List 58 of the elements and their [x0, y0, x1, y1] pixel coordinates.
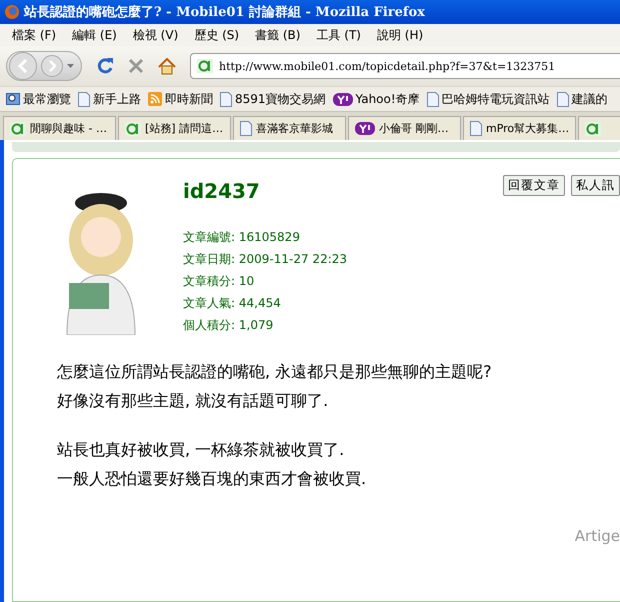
- post-text: 站長也真好被收買, 一杯綠茶就被收買了.: [57, 439, 346, 461]
- post-text: 一般人恐怕還要好幾百塊的東西才會被收買.: [57, 468, 368, 490]
- bookmark-item[interactable]: 新手上路: [78, 90, 141, 108]
- reload-icon[interactable]: [96, 57, 114, 75]
- post-info-text: 文章日期: 2009-11-27 22:23: [183, 251, 348, 268]
- stop-icon[interactable]: [128, 58, 144, 74]
- bookmark-item[interactable]: 建議的: [556, 90, 608, 108]
- menu-item[interactable]: 歷史 (S): [186, 26, 248, 44]
- bookmark-item[interactable]: 即時新聞: [148, 90, 213, 108]
- browser-tab[interactable]: mPro幫大募集…: [463, 116, 576, 140]
- post-info-text: 文章編號: 16105829: [183, 229, 301, 246]
- page-icon: [470, 121, 482, 136]
- page-icon: [78, 92, 90, 106]
- menu-item[interactable]: 檢視 (V): [124, 26, 186, 44]
- menu-item[interactable]: 說明 (H): [368, 26, 432, 44]
- bookmark-item[interactable]: 8591寶物交易網: [220, 90, 326, 108]
- menu-item[interactable]: 檔案 (F): [4, 26, 64, 44]
- back-forward-control[interactable]: [6, 51, 82, 81]
- page-icon: [220, 92, 232, 106]
- browser-tab[interactable]: 喜滿客京華影城: [233, 116, 346, 140]
- site-logo-icon: [585, 122, 601, 136]
- action-button[interactable]: 私人訊: [571, 175, 620, 196]
- site-logo-icon: [125, 122, 141, 136]
- post-info-text: 文章積分: 10: [183, 273, 256, 290]
- username: id2437: [183, 179, 260, 203]
- page-icon: [426, 92, 439, 106]
- page-icon: [240, 121, 252, 136]
- menu-item[interactable]: 編輯 (E): [64, 26, 125, 44]
- left-chevron-icon: [18, 59, 28, 73]
- right-chevron-icon: [48, 60, 56, 72]
- browser-tab[interactable]: [站務] 請問這…: [118, 116, 231, 140]
- yahoo-logo-icon: [355, 122, 375, 135]
- post-text: 好像沒有那些主題, 就沒有話題可聊了.: [57, 390, 330, 412]
- bookmark-item[interactable]: Yahoo!奇摩: [332, 90, 420, 108]
- back-button[interactable]: [9, 52, 37, 80]
- post-info-text: 個人積分: 1,079: [183, 317, 274, 334]
- browser-logo-icon: [4, 4, 20, 20]
- yahoo-logo-icon: [332, 92, 353, 106]
- window-title: 站長認證的嘴砲怎麼了? - Mobile01 討論群組 - Mozilla Firefox: [24, 4, 425, 21]
- menu-item[interactable]: 書籤 (B): [247, 26, 308, 44]
- bookmark-item[interactable]: 最常瀏覽: [6, 90, 71, 108]
- footer-text: Artige: [574, 527, 620, 545]
- address-field[interactable]: http://www.mobile01.com/topicdetail.php?f=37&t=1323751: [190, 53, 620, 79]
- action-button[interactable]: 回覆文章: [503, 175, 565, 196]
- bookmark-item[interactable]: 巴哈姆特電玩資訊站: [426, 90, 550, 108]
- forward-button[interactable]: [41, 55, 63, 77]
- search-icon: [6, 92, 20, 106]
- menu-item[interactable]: 工具 (T): [308, 26, 369, 44]
- caret-icon: [67, 64, 74, 68]
- browser-tab[interactable]: 小倫哥 剛剛…: [348, 116, 461, 140]
- post-info-text: 文章人氣: 44,454: [183, 295, 282, 312]
- home-icon[interactable]: [158, 58, 176, 74]
- post-text: 怎麼這位所謂站長認證的嘴砲, 永遠都只是那些無聊的主題呢?: [57, 361, 493, 383]
- rss-icon: [148, 92, 162, 106]
- page-icon: [556, 92, 569, 106]
- site-logo-icon: [10, 122, 26, 136]
- browser-tab[interactable]: 閒聊與趣味 - …: [3, 116, 116, 140]
- site-logo-icon: [197, 59, 213, 73]
